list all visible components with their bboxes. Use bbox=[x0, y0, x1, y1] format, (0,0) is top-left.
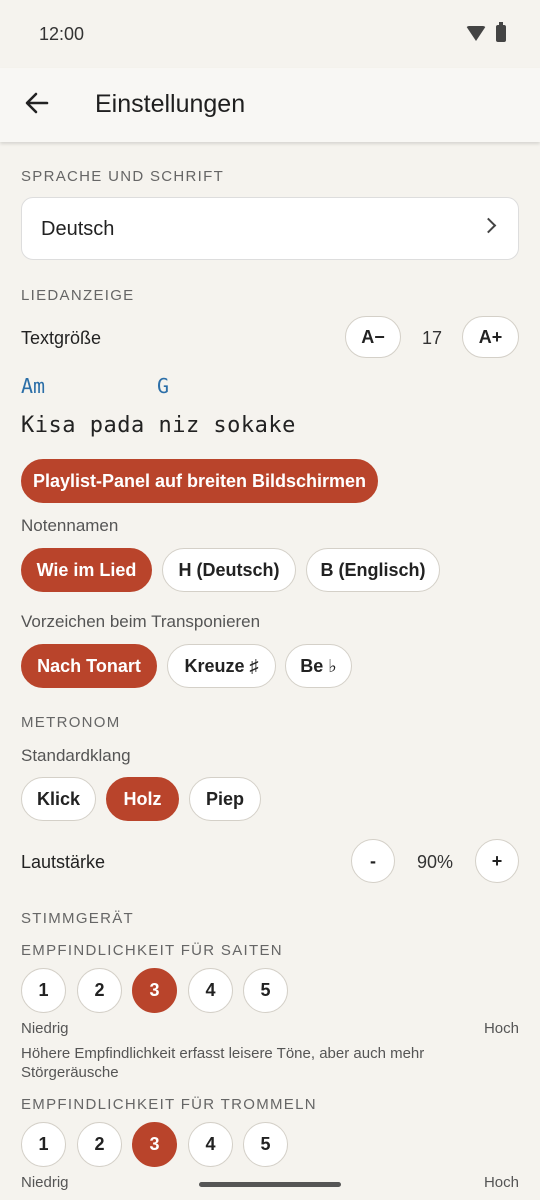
section-tuner: STIMMGERÄT bbox=[21, 910, 134, 927]
language-value: Deutsch bbox=[41, 218, 115, 240]
drums-low-label: Niedrig bbox=[21, 1174, 69, 1191]
preview-lyric: Kisa pada niz sokake bbox=[21, 413, 296, 438]
chevron-right-icon bbox=[480, 217, 497, 234]
strings-sensitivity-label: EMPFINDLICHKEIT FÜR SAITEN bbox=[21, 942, 283, 959]
note-names-option-english[interactable]: B (Englisch) bbox=[306, 548, 440, 592]
playlist-panel-toggle[interactable]: Playlist-Panel auf breiten Bildschirmen bbox=[21, 459, 378, 503]
drums-high-label: Hoch bbox=[483, 1174, 519, 1191]
strings-level-5[interactable]: 5 bbox=[243, 968, 288, 1013]
volume-label: Lautstärke bbox=[21, 852, 106, 872]
wifi-icon bbox=[466, 26, 486, 41]
note-names-label: Notennamen bbox=[21, 516, 119, 535]
note-names-option-german[interactable]: H (Deutsch) bbox=[162, 548, 296, 592]
section-metronome: METRONOM bbox=[21, 714, 121, 731]
note-names-option-song[interactable]: Wie im Lied bbox=[21, 548, 152, 592]
section-language: SPRACHE UND SCHRIFT bbox=[21, 168, 225, 185]
page-title: Einstellungen bbox=[95, 90, 246, 118]
accidentals-label: Vorzeichen beim Transponieren bbox=[21, 612, 261, 631]
text-size-decrease-button[interactable]: A− bbox=[345, 316, 401, 358]
preview-chord-am: Am bbox=[21, 374, 46, 398]
text-size-value: 17 bbox=[421, 328, 443, 348]
sound-option-wood[interactable]: Holz bbox=[106, 777, 179, 821]
strings-level-4[interactable]: 4 bbox=[188, 968, 233, 1013]
home-indicator[interactable] bbox=[199, 1182, 341, 1187]
drums-level-2[interactable]: 2 bbox=[77, 1122, 122, 1167]
text-size-label: Textgröße bbox=[21, 328, 102, 348]
strings-level-1[interactable]: 1 bbox=[21, 968, 66, 1013]
battery-icon bbox=[496, 22, 506, 42]
status-bar: 12:00 bbox=[0, 0, 540, 68]
accidentals-option-flats[interactable]: Be ♭ bbox=[285, 644, 352, 688]
volume-increase-button[interactable]: + bbox=[475, 839, 519, 883]
section-song-display: LIEDANZEIGE bbox=[21, 287, 135, 304]
accidentals-option-sharps[interactable]: Kreuze ♯ bbox=[167, 644, 276, 688]
sound-option-beep[interactable]: Piep bbox=[189, 777, 261, 821]
status-time: 12:00 bbox=[39, 24, 85, 44]
volume-decrease-button[interactable]: - bbox=[351, 839, 395, 883]
default-sound-label: Standardklang bbox=[21, 746, 131, 765]
strings-level-3[interactable]: 3 bbox=[132, 968, 177, 1013]
strings-high-label: Hoch bbox=[483, 1020, 519, 1037]
drums-sensitivity-label: EMPFINDLICHKEIT FÜR TROMMELN bbox=[21, 1096, 317, 1113]
drums-level-4[interactable]: 4 bbox=[188, 1122, 233, 1167]
language-selector[interactable]: Deutsch bbox=[21, 197, 519, 260]
drums-level-1[interactable]: 1 bbox=[21, 1122, 66, 1167]
status-icons bbox=[466, 22, 506, 42]
back-arrow-icon[interactable] bbox=[22, 88, 52, 118]
drums-level-3[interactable]: 3 bbox=[132, 1122, 177, 1167]
strings-low-label: Niedrig bbox=[21, 1020, 69, 1037]
accidentals-option-key[interactable]: Nach Tonart bbox=[21, 644, 157, 688]
strings-level-2[interactable]: 2 bbox=[77, 968, 122, 1013]
drums-level-5[interactable]: 5 bbox=[243, 1122, 288, 1167]
preview-chord-g: G bbox=[157, 374, 170, 398]
volume-value: 90% bbox=[416, 852, 454, 872]
text-size-increase-button[interactable]: A+ bbox=[462, 316, 519, 358]
sound-option-click[interactable]: Klick bbox=[21, 777, 96, 821]
app-bar: Einstellungen bbox=[0, 68, 540, 142]
sensitivity-hint: Höhere Empfindlichkeit erfasst leisere T… bbox=[21, 1045, 425, 1081]
